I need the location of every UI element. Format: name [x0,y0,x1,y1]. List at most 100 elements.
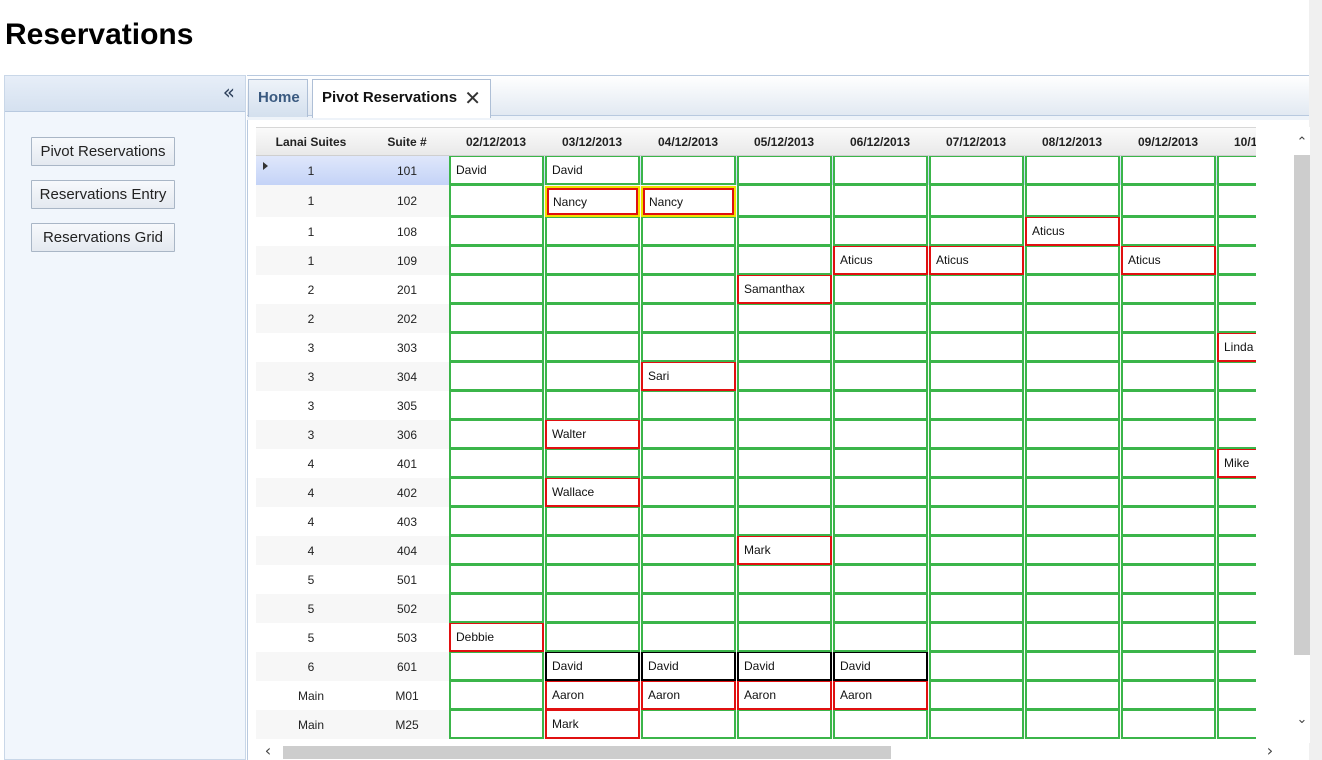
empty-date-cell[interactable] [1121,156,1216,185]
table-row[interactable]: 3 304 Sari [256,362,1256,391]
pivot-reservations-button[interactable]: Pivot Reservations [31,137,175,166]
empty-date-cell[interactable] [1121,536,1216,565]
empty-date-cell[interactable] [833,478,928,507]
empty-date-cell[interactable] [641,420,736,449]
empty-date-cell[interactable] [737,217,832,246]
empty-date-cell[interactable] [1121,391,1216,420]
empty-date-cell[interactable] [1121,333,1216,362]
reservation-cell[interactable]: David [449,156,544,185]
empty-date-cell[interactable] [1121,275,1216,304]
empty-date-cell[interactable] [449,594,544,623]
empty-date-cell[interactable] [929,362,1024,391]
empty-date-cell[interactable] [1121,217,1216,246]
empty-date-cell[interactable] [1025,507,1120,536]
empty-date-cell[interactable] [641,156,736,185]
empty-date-cell[interactable] [1217,420,1256,449]
empty-date-cell[interactable] [545,246,640,275]
empty-date-cell[interactable] [1217,275,1256,304]
reservation-cell[interactable]: David [545,156,640,185]
reservation-cell[interactable]: Aticus [1025,217,1120,246]
empty-date-cell[interactable] [449,652,544,681]
empty-date-cell[interactable] [929,275,1024,304]
tab-home[interactable]: Home [248,79,308,117]
column-header[interactable]: 05/12/2013 [736,128,832,156]
empty-date-cell[interactable] [833,536,928,565]
empty-date-cell[interactable] [833,333,928,362]
table-row[interactable]: 4 401 Mike [256,449,1256,478]
reservations-entry-button[interactable]: Reservations Entry [31,180,175,209]
empty-date-cell[interactable] [641,478,736,507]
empty-date-cell[interactable] [1217,304,1256,333]
empty-date-cell[interactable] [641,333,736,362]
empty-date-cell[interactable] [449,185,544,217]
empty-date-cell[interactable] [929,217,1024,246]
empty-date-cell[interactable] [1121,420,1216,449]
empty-date-cell[interactable] [449,217,544,246]
empty-date-cell[interactable] [929,710,1024,739]
empty-date-cell[interactable] [833,275,928,304]
empty-date-cell[interactable] [929,478,1024,507]
column-header[interactable]: Lanai Suites [256,128,366,156]
empty-date-cell[interactable] [1121,362,1216,391]
table-row[interactable]: 1 102 Nancy Nancy [256,185,1256,217]
horizontal-scrollbar[interactable]: ‹ › [256,743,1294,760]
scroll-up-icon[interactable]: ⌃ [1294,136,1310,149]
reservation-cell[interactable]: Nancy [545,186,640,217]
column-header[interactable]: 10/12/2013 [1216,128,1256,156]
empty-date-cell[interactable] [929,652,1024,681]
empty-date-cell[interactable] [449,333,544,362]
empty-date-cell[interactable] [833,362,928,391]
table-row[interactable]: 1 101 David David [256,156,1256,185]
empty-date-cell[interactable] [449,246,544,275]
scroll-left-icon[interactable]: ‹ [260,743,276,759]
reservation-cell[interactable]: David [833,652,928,681]
horizontal-scroll-thumb[interactable] [283,746,891,759]
empty-date-cell[interactable] [1121,594,1216,623]
empty-date-cell[interactable] [929,333,1024,362]
empty-date-cell[interactable] [737,420,832,449]
reservation-cell[interactable]: Samanthax [737,275,832,304]
empty-date-cell[interactable] [929,681,1024,710]
empty-date-cell[interactable] [833,217,928,246]
empty-date-cell[interactable] [641,217,736,246]
reservation-cell[interactable]: Nancy [641,186,736,217]
empty-date-cell[interactable] [929,185,1024,217]
reservation-cell[interactable]: Mark [545,710,640,739]
column-header[interactable]: 07/12/2013 [928,128,1024,156]
empty-date-cell[interactable] [929,594,1024,623]
empty-date-cell[interactable] [449,449,544,478]
empty-date-cell[interactable] [545,304,640,333]
empty-date-cell[interactable] [1121,652,1216,681]
table-row[interactable]: 5 503 Debbie [256,623,1256,652]
empty-date-cell[interactable] [737,304,832,333]
empty-date-cell[interactable] [641,391,736,420]
empty-date-cell[interactable] [1025,333,1120,362]
empty-date-cell[interactable] [1025,246,1120,275]
table-row[interactable]: 4 404 Mark [256,536,1256,565]
empty-date-cell[interactable] [1025,362,1120,391]
table-row[interactable]: 1 109 Aticus Aticus Aticus [256,246,1256,275]
empty-date-cell[interactable] [929,507,1024,536]
empty-date-cell[interactable] [545,565,640,594]
empty-date-cell[interactable] [737,594,832,623]
table-row[interactable]: 2 202 [256,304,1256,333]
empty-date-cell[interactable] [929,565,1024,594]
empty-date-cell[interactable] [1121,478,1216,507]
empty-date-cell[interactable] [1025,536,1120,565]
empty-date-cell[interactable] [929,536,1024,565]
empty-date-cell[interactable] [1217,362,1256,391]
empty-date-cell[interactable] [833,391,928,420]
tab-pivot-reservations[interactable]: Pivot Reservations ✕ [312,79,491,118]
empty-date-cell[interactable] [449,536,544,565]
reservation-cell[interactable]: Aaron [641,681,736,710]
empty-date-cell[interactable] [449,681,544,710]
empty-date-cell[interactable] [1025,478,1120,507]
empty-date-cell[interactable] [545,217,640,246]
empty-date-cell[interactable] [929,420,1024,449]
empty-date-cell[interactable] [737,391,832,420]
empty-date-cell[interactable] [1217,536,1256,565]
reservations-grid-button[interactable]: Reservations Grid [31,223,175,252]
empty-date-cell[interactable] [1025,156,1120,185]
empty-date-cell[interactable] [1217,507,1256,536]
empty-date-cell[interactable] [449,507,544,536]
